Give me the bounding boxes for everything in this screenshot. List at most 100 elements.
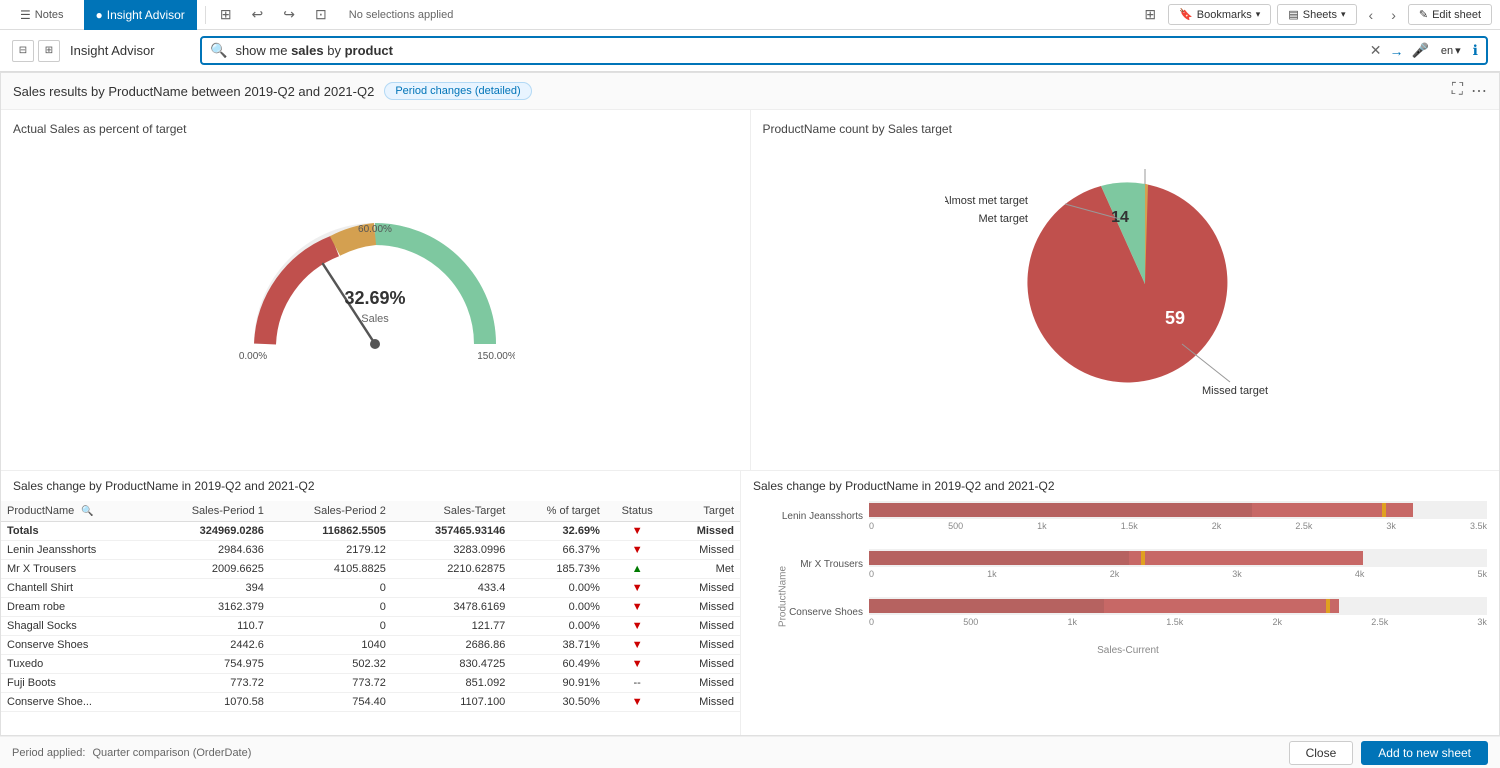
search-column-icon[interactable]: 🔍 [81,506,93,517]
table-row[interactable]: Conserve Shoes 2442.6 1040 2686.86 38.71… [1,636,740,655]
layout-icons: ⊟ ⊞ [12,40,60,62]
edit-sheet-button[interactable]: ✎ Edit sheet [1408,4,1492,25]
table-row[interactable]: Mr X Trousers 2009.6625 4105.8825 2210.6… [1,560,740,579]
cell-period1: 1070.58 [148,693,270,712]
bar-track-1 [869,501,1487,519]
cell-target: 121.77 [392,617,511,636]
search-submit-icon[interactable]: → [1389,43,1403,59]
add-to-sheet-button[interactable]: Add to new sheet [1361,741,1488,765]
cell-pct: 60.49% [511,655,606,674]
cell-pct: 185.73% [511,560,606,579]
bar-chart-wrapper: ProductName Lenin Jeansshorts 0 500 [753,501,1487,656]
more-options-icon[interactable]: ⋯ [1471,81,1487,101]
col-header-target: Sales-Target [392,501,511,522]
bar-chart-title: Sales change by ProductName in 2019-Q2 a… [753,479,1487,493]
cell-period1: 3162.379 [148,598,270,617]
cell-target: 3283.0996 [392,541,511,560]
cell-pct: 0.00% [511,617,606,636]
cell-status: Missed [668,636,740,655]
cell-pct: 90.91% [511,674,606,693]
cell-target: 2686.86 [392,636,511,655]
cell-period2: 0 [270,579,392,598]
table-row[interactable]: Tuxedo 754.975 502.32 830.4725 60.49% ▼ … [1,655,740,674]
gauge-svg: 32.69% Sales 60.00% 0.00% 150.00% [235,184,515,384]
insight-icon: ● [96,8,103,22]
bookmark-icon: 🔖 [1179,8,1193,21]
bar-red-3 [869,599,1339,613]
table-row[interactable]: Dream robe 3162.379 0 3478.6169 0.00% ▼ … [1,598,740,617]
search-info-icon[interactable]: ℹ [1473,42,1478,59]
second-bar-title: Insight Advisor [70,43,190,58]
bar-marker-1 [1382,503,1386,517]
bottom-area: Sales change by ProductName in 2019-Q2 a… [1,470,1499,735]
insight-panel: Sales results by ProductName between 201… [0,72,1500,736]
table-row[interactable]: Totals 324969.0286 116862.5505 357465.93… [1,522,740,541]
cell-period1: 2442.6 [148,636,270,655]
grid-icon[interactable]: ⊞ [214,6,238,23]
selections-icon[interactable]: ⊡ [309,6,333,23]
cell-product: Mr X Trousers [1,560,148,579]
bar-row-3: Conserve Shoes 0 500 1k 1.5k 2k [769,597,1487,627]
cell-status: Missed [668,655,740,674]
svg-text:59: 59 [1165,308,1185,328]
cell-product: Conserve Shoes [1,636,148,655]
apps-icon[interactable]: ⊞ [1138,6,1162,23]
cell-period2: 116862.5505 [270,522,392,541]
next-sheet-icon[interactable]: › [1385,7,1402,23]
bar-red-2 [869,551,1363,565]
svg-text:60.00%: 60.00% [358,224,392,235]
sheets-button[interactable]: ▤ Sheets ▾ [1277,4,1356,25]
search-highlight-product: product [345,43,393,58]
layout-icon-2[interactable]: ⊞ [38,40,60,62]
redo-icon[interactable]: ↪ [277,6,301,23]
cell-product: Shagall Socks [1,617,148,636]
search-clear-icon[interactable]: ✕ [1370,42,1382,59]
insight-tab[interactable]: ● Insight Advisor [84,0,197,30]
table-row[interactable]: Lenin Jeansshorts 2984.636 2179.12 3283.… [1,541,740,560]
cell-product: Lenin Jeansshorts [1,541,148,560]
svg-text:150.00%: 150.00% [478,351,516,362]
svg-text:Met target: Met target [978,213,1028,225]
expand-icon[interactable]: ⛶ [1452,81,1463,101]
cell-product: Fuji Boots [1,674,148,693]
svg-text:Sales: Sales [361,313,389,325]
cell-arrow: ▼ [606,522,669,541]
cell-arrow: -- [606,674,669,693]
period-badge[interactable]: Period changes (detailed) [384,82,531,100]
prev-sheet-icon[interactable]: ‹ [1363,7,1380,23]
col-header-period2: Sales-Period 2 [270,501,392,522]
insight-header-title: Sales results by ProductName between 201… [13,84,374,99]
cell-target: 3478.6169 [392,598,511,617]
search-middle: by [324,43,345,58]
search-lang[interactable]: en ▾ [1437,44,1465,57]
table-body: Totals 324969.0286 116862.5505 357465.93… [1,522,740,712]
bar-marker-3 [1326,599,1330,613]
close-button[interactable]: Close [1289,741,1354,765]
bar-group-2: 0 1k 2k 3k 4k 5k [869,549,1487,579]
table-row[interactable]: Conserve Shoe... 1070.58 754.40 1107.100… [1,693,740,712]
cell-pct: 32.69% [511,522,606,541]
cell-arrow: ▼ [606,693,669,712]
bookmarks-button[interactable]: 🔖 Bookmarks ▾ [1168,4,1271,25]
bar-axis-1: 0 500 1k 1.5k 2k 2.5k 3k 3.5k [869,521,1487,531]
cell-period2: 0 [270,598,392,617]
table-row[interactable]: Fuji Boots 773.72 773.72 851.092 90.91% … [1,674,740,693]
data-table: ProductName 🔍 Sales-Period 1 Sales-Perio… [1,501,740,712]
notes-tab[interactable]: ☰ Notes [8,0,76,30]
table-row[interactable]: Chantell Shirt 394 0 433.4 0.00% ▼ Misse… [1,579,740,598]
charts-area: Actual Sales as percent of target 32.69% [1,110,1499,470]
bar-track-3 [869,597,1487,615]
search-bar: 🔍 show me sales by product ✕ → 🎤 en ▾ ℹ [200,36,1488,65]
col-header-period1: Sales-Period 1 [148,501,270,522]
footer-period-label: Period applied: Quarter comparison (Orde… [12,747,251,759]
second-bar: ⊟ ⊞ Insight Advisor 🔍 show me sales by p… [0,30,1500,72]
footer-actions: Close Add to new sheet [1289,741,1488,765]
cell-period2: 502.32 [270,655,392,674]
layout-icon-1[interactable]: ⊟ [12,40,34,62]
search-mic-icon[interactable]: 🎤 [1411,42,1428,59]
cell-pct: 66.37% [511,541,606,560]
cell-target: 830.4725 [392,655,511,674]
cell-status: Missed [668,693,740,712]
undo-icon[interactable]: ↩ [246,6,270,23]
table-row[interactable]: Shagall Socks 110.7 0 121.77 0.00% ▼ Mis… [1,617,740,636]
